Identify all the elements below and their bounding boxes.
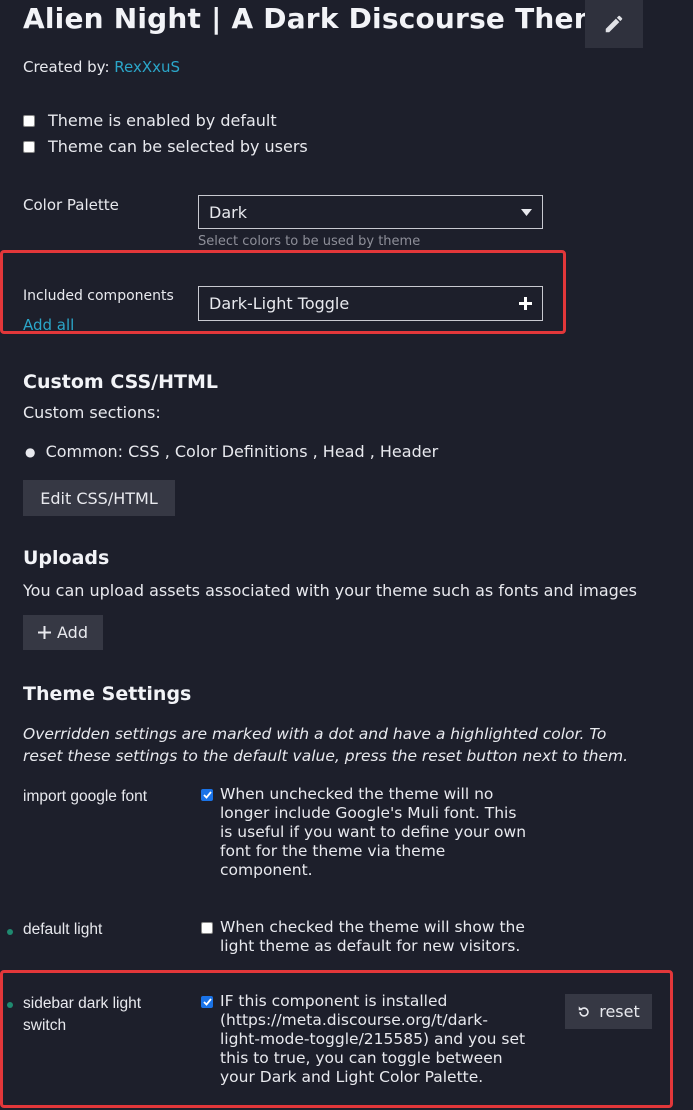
checkmark-icon <box>202 791 212 799</box>
enabled-by-default-checkbox[interactable] <box>23 114 35 127</box>
caret-down-icon <box>521 208 532 216</box>
add-upload-label: Add <box>57 623 88 642</box>
created-by-label: Created by: <box>23 58 110 76</box>
setting-description-line: longer include Google's Muli font. This <box>220 804 517 822</box>
setting-name: sidebar dark light switch <box>23 993 141 1037</box>
setting-description-line: this to true, you can toggle between <box>220 1049 503 1067</box>
author-link[interactable]: RexXxuS <box>114 58 180 76</box>
color-palette-hint: Select colors to be used by theme <box>198 234 421 249</box>
user-selectable-checkbox[interactable] <box>23 140 35 153</box>
setting-description-line: component. <box>220 861 313 879</box>
user-selectable-label: Theme can be selected by users <box>48 137 308 156</box>
custom-sections-label: Custom sections: <box>23 403 161 422</box>
overridden-dot <box>7 929 13 935</box>
included-components-select[interactable]: Dark-Light Toggle <box>198 286 543 321</box>
included-components-label: Included components <box>23 288 174 304</box>
user-selectable-option[interactable]: Theme can be selected by users <box>23 137 308 156</box>
undo-icon <box>578 1005 589 1017</box>
setting-description-line: font for the theme via theme <box>220 842 446 860</box>
setting-description-line: IF this component is installed <box>220 992 448 1010</box>
enabled-by-default-option[interactable]: Theme is enabled by default <box>23 111 277 130</box>
setting-name-line: switch <box>23 1017 67 1034</box>
created-by: Created by: RexXxuS <box>23 58 180 76</box>
setting-description-line: your Dark and Light Color Palette. <box>220 1068 484 1086</box>
custom-sections-text: Common: CSS , Color Definitions , Head ,… <box>45 442 439 461</box>
add-all-link[interactable]: Add all <box>23 316 74 334</box>
setting-checkbox[interactable] <box>201 922 213 934</box>
enabled-by-default-label: Theme is enabled by default <box>48 111 277 130</box>
add-upload-button[interactable]: Add <box>23 615 103 650</box>
plus-icon <box>519 297 532 310</box>
color-palette-select[interactable]: Dark <box>198 195 543 229</box>
page-title: Alien Night | A Dark Discourse Theme <box>23 2 623 35</box>
overridden-dot <box>7 1002 13 1008</box>
setting-checkbox[interactable] <box>201 789 213 801</box>
reset-button[interactable]: reset <box>565 994 652 1029</box>
bullet-icon: ● <box>25 445 36 459</box>
reset-label: reset <box>599 1002 640 1021</box>
plus-icon <box>38 626 51 639</box>
theme-settings-note-line: Overridden settings are marked with a do… <box>23 725 607 743</box>
setting-description-line: light theme as default for new visitors. <box>220 937 521 955</box>
setting-checkbox[interactable] <box>201 996 213 1008</box>
setting-name: import google font <box>23 788 148 805</box>
theme-settings-note-line: reset these settings to the default valu… <box>23 747 628 765</box>
setting-description-line: When checked the theme will show the <box>220 918 525 936</box>
color-palette-value: Dark <box>209 202 247 222</box>
pencil-icon <box>605 15 623 33</box>
setting-description: When unchecked the theme will no longer … <box>220 785 526 880</box>
setting-description-line: When unchecked the theme will no <box>220 785 494 803</box>
custom-sections-list-item: ● Common: CSS , Color Definitions , Head… <box>25 442 438 461</box>
setting-description: IF this component is installed (https://… <box>220 992 525 1087</box>
setting-description-line: is useful if you want to define your own <box>220 823 527 841</box>
setting-description: When checked the theme will show the lig… <box>220 918 525 956</box>
uploads-description: You can upload assets associated with yo… <box>23 581 637 600</box>
theme-settings-note: Overridden settings are marked with a do… <box>23 723 628 767</box>
included-components-value: Dark-Light Toggle <box>209 294 350 313</box>
setting-name: default light <box>23 921 103 938</box>
setting-description-line: (https://meta.discourse.org/t/dark- <box>220 1011 488 1029</box>
edit-title-button[interactable] <box>585 0 643 48</box>
theme-settings-title: Theme Settings <box>23 683 192 705</box>
color-palette-label: Color Palette <box>23 196 119 214</box>
setting-name-line: sidebar dark light <box>23 995 142 1012</box>
uploads-title: Uploads <box>23 547 110 569</box>
setting-description-line: light-mode-toggle/215585) and you set <box>220 1030 526 1048</box>
checkmark-icon <box>202 998 212 1006</box>
custom-css-title: Custom CSS/HTML <box>23 371 218 393</box>
edit-css-html-button[interactable]: Edit CSS/HTML <box>23 480 175 516</box>
